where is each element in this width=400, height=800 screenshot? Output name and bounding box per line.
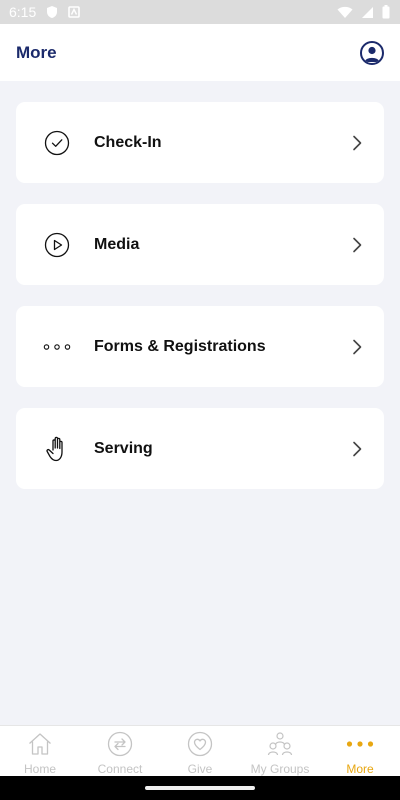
nav-label: Give xyxy=(187,762,213,776)
chevron-right-icon xyxy=(352,237,364,253)
nav-label: More xyxy=(346,762,374,776)
dots-icon xyxy=(43,333,71,361)
groups-icon xyxy=(266,730,294,757)
hand-icon xyxy=(43,435,71,463)
nav-item-my-groups[interactable]: My Groups xyxy=(240,726,320,776)
battery-icon xyxy=(382,5,390,19)
nav-label: Home xyxy=(23,762,56,776)
connect-icon xyxy=(107,730,133,757)
menu-item-check-in[interactable]: Check-In xyxy=(16,102,384,183)
home-icon xyxy=(27,730,53,757)
account-circle-icon[interactable] xyxy=(360,40,384,65)
status-right xyxy=(337,5,390,19)
menu-item-media[interactable]: Media xyxy=(16,204,384,285)
nav-item-give[interactable]: Give xyxy=(160,726,240,776)
chevron-right-icon xyxy=(352,441,364,457)
status-bar: 6:15 xyxy=(0,0,400,24)
nav-label: My Groups xyxy=(250,762,310,776)
menu-item-serving[interactable]: Serving xyxy=(16,408,384,489)
menu-item-label: Serving xyxy=(94,439,153,457)
nav-item-more[interactable]: More xyxy=(320,726,400,776)
menu-item-label: Check-In xyxy=(94,133,162,151)
play-circle-icon xyxy=(43,231,71,259)
chevron-right-icon xyxy=(352,339,364,355)
menu-item-label: Forms & Registrations xyxy=(94,337,266,355)
heart-icon xyxy=(187,730,213,757)
app-header: More xyxy=(0,24,400,81)
menu-list: Check-In Media Forms & Registrations Ser… xyxy=(16,102,384,489)
signal-icon xyxy=(361,6,374,19)
menu-item-forms-registrations[interactable]: Forms & Registrations xyxy=(16,306,384,387)
check-circle-icon xyxy=(43,129,71,157)
nav-item-home[interactable]: Home xyxy=(0,726,80,776)
status-time: 6:15 xyxy=(9,4,37,20)
menu-item-label: Media xyxy=(94,235,140,253)
bottom-nav: Home Connect Give My Groups More xyxy=(0,725,400,776)
nav-label: Connect xyxy=(97,762,143,776)
notification-icon xyxy=(68,6,81,18)
more-dots-icon xyxy=(346,730,374,757)
status-left: 6:15 xyxy=(9,4,81,20)
nav-item-connect[interactable]: Connect xyxy=(80,726,160,776)
gesture-bar xyxy=(0,776,400,800)
home-gesture-handle[interactable] xyxy=(145,786,255,790)
shield-icon xyxy=(46,5,58,19)
chevron-right-icon xyxy=(352,135,364,151)
page-title: More xyxy=(16,42,57,62)
wifi-icon xyxy=(337,6,353,19)
